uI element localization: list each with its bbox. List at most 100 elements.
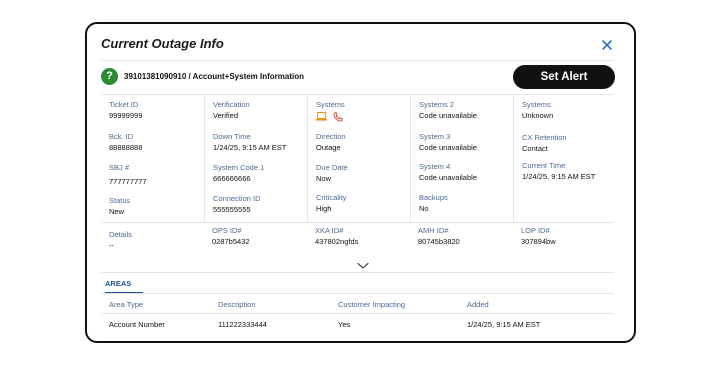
field-sbj: SBJ # 777777777 bbox=[109, 163, 147, 188]
systems-icons bbox=[316, 112, 345, 122]
field-criticality: Criticality High bbox=[316, 193, 346, 215]
title-divider bbox=[101, 60, 614, 61]
ops-id-value: 0287b5432 bbox=[212, 237, 250, 246]
current-time-label: Current Time bbox=[522, 161, 566, 170]
verification-label: Verification bbox=[213, 100, 250, 109]
col-header-added: Added bbox=[467, 300, 489, 309]
phone-icon[interactable] bbox=[333, 112, 343, 122]
field-details: Details -- bbox=[109, 230, 132, 252]
amh-id-label: AMH ID# bbox=[418, 226, 449, 235]
cell-added: 1/24/25, 9:15 AM EST bbox=[467, 320, 541, 329]
systems-2-value: Code unavailable bbox=[419, 111, 477, 120]
connection-id-value: 555555555 bbox=[213, 205, 251, 214]
info-column-1: Ticket ID 99999999 Bck. ID 88888888 SBJ … bbox=[101, 96, 204, 222]
field-systems-icons: Systems bbox=[316, 100, 345, 122]
cx-retention-label: CX Retention bbox=[522, 133, 567, 142]
field-connection-id: Connection ID 555555555 bbox=[213, 194, 261, 216]
ticket-id-value: 99999999 bbox=[109, 111, 143, 120]
bck-id-value: 88888888 bbox=[109, 143, 143, 152]
due-date-value: Now bbox=[316, 174, 332, 183]
sbj-value: 777777777 bbox=[109, 177, 147, 186]
field-bck-id: Bck. ID 88888888 bbox=[109, 132, 142, 154]
amh-id-value: 80745b3820 bbox=[418, 237, 460, 246]
ops-id-label: OPS ID# bbox=[212, 226, 242, 235]
systems-unknown-label: Systems bbox=[522, 100, 551, 109]
field-system-3: System 3 Code unavailable bbox=[419, 132, 477, 154]
system-3-value: Code unavailable bbox=[419, 143, 477, 152]
lop-id-label: LOP ID# bbox=[521, 226, 550, 235]
backups-value: No bbox=[419, 204, 429, 213]
header-divider bbox=[101, 94, 614, 95]
cell-area-type: Account Number bbox=[109, 320, 165, 329]
system-4-label: System 4 bbox=[419, 162, 451, 171]
systems-label: Systems bbox=[316, 100, 345, 109]
criticality-value: High bbox=[316, 204, 332, 213]
down-time-label: Down Time bbox=[213, 132, 251, 141]
info-column-4: Systems 2 Code unavailable System 3 Code… bbox=[410, 96, 513, 222]
field-system-4: System 4 Code unavailable bbox=[419, 162, 477, 184]
down-time-value: 1/24/25, 9:15 AM EST bbox=[213, 143, 287, 152]
status-value: New bbox=[109, 207, 125, 216]
field-lop-id: LOP ID# 307894bw bbox=[521, 226, 556, 248]
system-code-1-value: 666666666 bbox=[213, 174, 251, 183]
areas-divider bbox=[101, 272, 614, 273]
verification-value: Verified bbox=[213, 111, 239, 120]
field-xka-id: XKA ID# 437802ngfds bbox=[315, 226, 358, 248]
field-direction: Direction Outage bbox=[316, 132, 346, 154]
connection-id-label: Connection ID bbox=[213, 194, 261, 203]
field-down-time: Down Time 1/24/25, 9:15 AM EST bbox=[213, 132, 286, 154]
account-line: 39101381090910 / Account+System Informat… bbox=[124, 72, 305, 81]
field-ticket-id: Ticket ID 99999999 bbox=[109, 100, 142, 122]
criticality-label: Criticality bbox=[316, 193, 347, 202]
field-cx-retention: CX Retention Contact bbox=[522, 133, 567, 155]
col-header-area-type: Area Type bbox=[109, 300, 144, 309]
cx-retention-value: Contact bbox=[522, 144, 548, 153]
direction-label: Direction bbox=[316, 132, 346, 141]
xka-id-value: 437802ngfds bbox=[315, 237, 359, 246]
direction-value: Outage bbox=[316, 143, 341, 152]
backups-label: Backups bbox=[419, 193, 448, 202]
close-icon[interactable] bbox=[600, 38, 614, 52]
systems-unknown-value: Unknown bbox=[522, 111, 554, 120]
grid-divider bbox=[101, 222, 614, 223]
account-row: ? 39101381090910 / Account+System Inform… bbox=[101, 68, 304, 85]
tab-divider bbox=[101, 293, 614, 294]
field-systems-unknown: Systems Unknown bbox=[522, 100, 553, 122]
field-status: Status New bbox=[109, 196, 130, 218]
lop-id-value: 307894bw bbox=[521, 237, 556, 246]
system-4-value: Code unavailable bbox=[419, 173, 477, 182]
details-value: -- bbox=[109, 241, 114, 250]
current-time-value: 1/24/25, 9:15 AM EST bbox=[522, 172, 596, 181]
laptop-icon[interactable] bbox=[316, 112, 327, 122]
cell-description: 111222333444 bbox=[218, 320, 267, 329]
field-systems-2: Systems 2 Code unavailable bbox=[419, 100, 477, 122]
field-verification: Verification Verified bbox=[213, 100, 250, 122]
col-header-customer-impacting: Customer Impacting bbox=[338, 300, 406, 309]
field-amh-id: AMH ID# 80745b3820 bbox=[418, 226, 460, 248]
ticket-id-label: Ticket ID bbox=[109, 100, 139, 109]
set-alert-button[interactable]: Set Alert bbox=[513, 65, 615, 89]
status-label: Status bbox=[109, 196, 131, 205]
field-due-date: Due Date Now bbox=[316, 163, 348, 185]
due-date-label: Due Date bbox=[316, 163, 348, 172]
field-current-time: Current Time 1/24/25, 9:15 AM EST bbox=[522, 161, 595, 183]
tab-areas[interactable]: AREAS bbox=[105, 279, 143, 288]
systems-2-label: Systems 2 bbox=[419, 100, 455, 109]
sbj-label: SBJ # bbox=[109, 163, 130, 172]
field-ops-id: OPS ID# 0287b5432 bbox=[212, 226, 250, 248]
xka-id-label: XKA ID# bbox=[315, 226, 344, 235]
col-header-description: Description bbox=[218, 300, 256, 309]
outage-info-card: Current Outage Info ? 39101381090910 / A… bbox=[85, 22, 636, 343]
info-column-3: Systems Direction Outage Due Date Now Cr… bbox=[307, 96, 410, 222]
info-column-5: Systems Unknown CX Retention Contact Cur… bbox=[513, 96, 618, 222]
info-column-2: Verification Verified Down Time 1/24/25,… bbox=[204, 96, 307, 222]
question-icon: ? bbox=[101, 68, 118, 85]
field-system-code-1: System Code 1 666666666 bbox=[213, 163, 264, 185]
system-3-label: System 3 bbox=[419, 132, 451, 141]
table-header-divider bbox=[101, 313, 614, 314]
system-code-1-label: System Code 1 bbox=[213, 163, 265, 172]
modal-title: Current Outage Info bbox=[101, 36, 224, 51]
bck-id-label: Bck. ID bbox=[109, 132, 134, 141]
details-label: Details bbox=[109, 230, 132, 239]
info-grid: Ticket ID 99999999 Bck. ID 88888888 SBJ … bbox=[101, 96, 618, 250]
